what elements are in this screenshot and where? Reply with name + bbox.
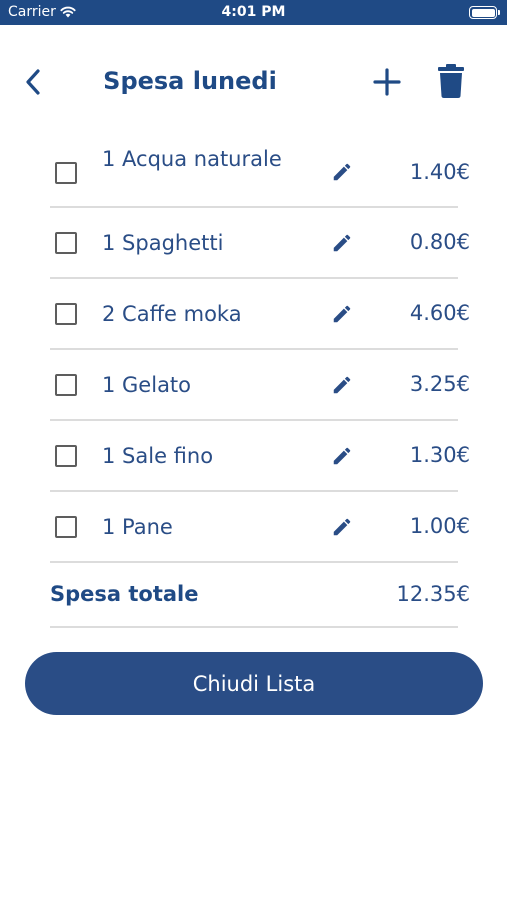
item-checkbox[interactable] xyxy=(55,516,77,538)
navigation-bar: Spesa lunedi xyxy=(0,25,507,135)
edit-item-button[interactable] xyxy=(330,373,354,397)
item-price: 3.25€ xyxy=(409,372,470,396)
close-list-label: Chiudi Lista xyxy=(192,671,316,696)
add-item-button[interactable] xyxy=(371,65,403,99)
total-row: Spesa totale 12.35€ xyxy=(50,564,470,628)
list-item: 1 Acqua naturale 1.40€ xyxy=(50,138,470,208)
item-price: 0.80€ xyxy=(409,230,470,254)
status-bar: Carrier 4:01 PM xyxy=(0,0,507,25)
item-name: 2 Caffe moka xyxy=(102,302,242,326)
battery-icon xyxy=(469,6,500,19)
item-checkbox[interactable] xyxy=(55,232,77,254)
list-item: 1 Spaghetti 0.80€ xyxy=(50,208,470,279)
item-price: 4.60€ xyxy=(409,301,470,325)
plus-icon xyxy=(373,68,401,96)
item-name: 1 Gelato xyxy=(102,373,192,397)
edit-item-button[interactable] xyxy=(330,160,354,184)
list-item: 1 Pane 1.00€ xyxy=(50,492,470,563)
status-time: 4:01 PM xyxy=(221,4,286,20)
item-price: 1.30€ xyxy=(409,443,470,467)
list-item: 2 Caffe moka 4.60€ xyxy=(50,279,470,350)
item-checkbox[interactable] xyxy=(55,374,77,396)
list-item: 1 Sale fino 1.30€ xyxy=(50,421,470,492)
list-item: 1 Gelato 3.25€ xyxy=(50,350,470,421)
item-name: 1 Acqua naturale xyxy=(102,147,282,171)
shopping-list: 1 Acqua naturale 1.40€ 1 Spaghetti 0.80€… xyxy=(50,138,470,563)
pencil-icon xyxy=(333,305,351,323)
item-checkbox[interactable] xyxy=(55,303,77,325)
total-value: 12.35€ xyxy=(396,582,470,606)
pencil-icon xyxy=(333,518,351,536)
total-label: Spesa totale xyxy=(50,582,199,606)
trash-icon xyxy=(438,64,464,98)
pencil-icon xyxy=(333,163,351,181)
pencil-icon xyxy=(333,376,351,394)
delete-list-button[interactable] xyxy=(434,63,468,99)
edit-item-button[interactable] xyxy=(330,444,354,468)
item-checkbox[interactable] xyxy=(55,162,77,184)
item-checkbox[interactable] xyxy=(55,445,77,467)
edit-item-button[interactable] xyxy=(330,302,354,326)
pencil-icon xyxy=(333,234,351,252)
item-name: 1 Spaghetti xyxy=(102,231,224,255)
item-price: 1.00€ xyxy=(409,514,470,538)
close-list-button[interactable]: Chiudi Lista xyxy=(25,652,483,715)
item-name: 1 Pane xyxy=(102,515,173,539)
edit-item-button[interactable] xyxy=(330,231,354,255)
item-name: 1 Sale fino xyxy=(102,444,214,468)
item-price: 1.40€ xyxy=(409,160,470,184)
edit-item-button[interactable] xyxy=(330,515,354,539)
pencil-icon xyxy=(333,447,351,465)
page-title: Spesa lunedi xyxy=(103,67,277,95)
